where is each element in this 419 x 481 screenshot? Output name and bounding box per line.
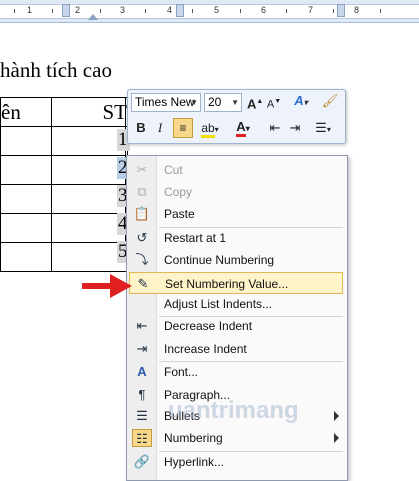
table-cell[interactable]: ên bbox=[0, 97, 52, 127]
ruler-number: 4 bbox=[167, 5, 173, 15]
menu-item-label: Increase Indent bbox=[164, 342, 247, 356]
ruler-tick bbox=[286, 9, 287, 13]
bold-button[interactable]: B bbox=[133, 119, 149, 137]
table-cell[interactable] bbox=[0, 155, 52, 185]
bullets-icon: ☰ bbox=[136, 408, 148, 423]
menu-item-adjust-list-indents[interactable]: Adjust List Indents... bbox=[129, 293, 343, 315]
format-painter-icon[interactable]: 🖌 bbox=[320, 92, 340, 110]
table-header-name: ên bbox=[1, 99, 21, 124]
font-name-box[interactable]: Times New ▼ bbox=[131, 93, 201, 112]
table-cell[interactable] bbox=[0, 126, 52, 156]
increase-indent-icon[interactable]: ⇥ bbox=[287, 119, 303, 137]
menu-item-continue-numbering[interactable]: ⤵ Continue Numbering bbox=[129, 249, 343, 271]
menu-item-copy[interactable]: ⧉ Copy bbox=[129, 181, 343, 203]
menu-item-increase-indent[interactable]: ⇥ Increase Indent bbox=[129, 338, 343, 360]
menu-item-label: Adjust List Indents... bbox=[164, 297, 273, 311]
shrink-font-icon[interactable]: A▼ bbox=[266, 93, 282, 114]
menu-item-paste[interactable]: 📋 Paste bbox=[129, 203, 343, 225]
ruler-tick bbox=[145, 9, 146, 13]
menu-item-label: Decrease Indent bbox=[164, 319, 253, 333]
menu-item-font[interactable]: A Font... bbox=[129, 361, 343, 383]
menu-item-label: Font... bbox=[164, 365, 199, 379]
bullets-icon[interactable]: ☰▾ bbox=[309, 119, 337, 139]
paragraph-icon: ¶ bbox=[138, 387, 146, 402]
styles-icon[interactable]: A▾ bbox=[289, 92, 313, 112]
chevron-down-icon: ▼ bbox=[190, 98, 198, 107]
column-marker[interactable] bbox=[62, 4, 70, 17]
menu-item-decrease-indent[interactable]: ⇤ Decrease Indent bbox=[129, 315, 343, 337]
hyperlink-icon: 🔗 bbox=[133, 454, 151, 469]
menu-item-label: Copy bbox=[164, 185, 193, 199]
restart-numbering-icon: ↺ bbox=[136, 230, 148, 245]
horizontal-ruler[interactable]: 1 2 3 4 5 6 7 8 bbox=[0, 0, 419, 23]
context-menu: ✂ Cut ⧉ Copy 📋 Paste ↺ Restart at 1 ⤵ Co… bbox=[126, 155, 348, 481]
ruler-number: 5 bbox=[214, 5, 220, 15]
font-name-value: Times New bbox=[135, 95, 195, 109]
menu-item-restart-at-1[interactable]: ↺ Restart at 1 bbox=[129, 227, 343, 249]
column-marker[interactable] bbox=[337, 4, 345, 17]
mini-toolbar: Times New ▼ 20 ▼ A▲ A▼ A▾ 🖌 B I ≡ ab▾ A▾… bbox=[127, 89, 346, 144]
ruler-number: 2 bbox=[75, 5, 81, 15]
increase-indent-icon: ⇥ bbox=[136, 341, 148, 356]
menu-item-label: Restart at 1 bbox=[164, 231, 227, 245]
ruler-tick bbox=[240, 9, 241, 13]
menu-item-label: Paste bbox=[164, 207, 195, 221]
align-center-icon[interactable]: ≡ bbox=[173, 118, 193, 138]
column-marker[interactable] bbox=[176, 4, 184, 17]
red-arrow-annotation bbox=[82, 274, 132, 298]
ruler-number: 8 bbox=[354, 5, 360, 15]
table-header-stt: ST bbox=[102, 99, 127, 124]
ruler-tick bbox=[14, 9, 15, 13]
table-cell[interactable]: ST bbox=[51, 97, 128, 127]
decrease-indent-icon: ⇤ bbox=[136, 318, 148, 333]
indent-marker[interactable] bbox=[88, 14, 98, 20]
menu-item-cut[interactable]: ✂ Cut bbox=[129, 159, 343, 181]
menu-item-label: Hyperlink... bbox=[164, 455, 225, 469]
submenu-arrow-icon bbox=[334, 411, 339, 421]
ruler-tick bbox=[380, 9, 381, 13]
chevron-down-icon: ▼ bbox=[231, 98, 239, 107]
font-color-icon[interactable]: A▾ bbox=[231, 118, 255, 138]
grow-font-icon[interactable]: A▲ bbox=[247, 93, 263, 113]
continue-numbering-icon: ⤵ bbox=[135, 252, 149, 267]
submenu-arrow-icon bbox=[334, 433, 339, 443]
menu-item-label: Continue Numbering bbox=[164, 253, 275, 267]
ruler-tick bbox=[333, 9, 334, 13]
italic-button[interactable]: I bbox=[153, 119, 167, 137]
ruler-tick bbox=[100, 9, 101, 13]
ruler-number: 3 bbox=[120, 5, 126, 15]
scissors-icon: ✂ bbox=[136, 162, 148, 177]
menu-item-label: Numbering bbox=[164, 431, 223, 445]
document-table: ên ST bbox=[0, 97, 128, 272]
font-size-box[interactable]: 20 ▼ bbox=[204, 93, 242, 112]
copy-icon: ⧉ bbox=[137, 184, 147, 199]
ruler-tick bbox=[52, 9, 53, 13]
table-cell[interactable] bbox=[0, 242, 52, 272]
table-cell[interactable] bbox=[0, 213, 52, 243]
menu-item-set-numbering-value[interactable]: ✎ Set Numbering Value... bbox=[129, 272, 343, 294]
decrease-indent-icon[interactable]: ⇤ bbox=[267, 119, 283, 137]
ruler-tick bbox=[192, 9, 193, 13]
table-cell[interactable] bbox=[0, 184, 52, 214]
ruler-number: 1 bbox=[27, 5, 33, 15]
paste-icon: 📋 bbox=[133, 206, 151, 221]
highlight-color-icon[interactable]: ab▾ bbox=[198, 119, 222, 139]
ruler-number: 7 bbox=[308, 5, 314, 15]
numbering-icon: ☷ bbox=[132, 429, 152, 447]
menu-item-numbering[interactable]: ☷ Numbering bbox=[129, 427, 343, 449]
document-heading: hành tích cao bbox=[0, 58, 112, 82]
font-size-value: 20 bbox=[208, 95, 222, 109]
font-icon: A bbox=[137, 364, 147, 379]
menu-item-hyperlink[interactable]: 🔗 Hyperlink... bbox=[129, 451, 343, 473]
set-numbering-value-icon: ✎ bbox=[137, 276, 149, 291]
watermark: uantrimang bbox=[168, 397, 299, 424]
menu-item-label: Set Numbering Value... bbox=[165, 277, 289, 291]
menu-item-label: Cut bbox=[164, 163, 183, 177]
ruler-number: 6 bbox=[261, 5, 267, 15]
